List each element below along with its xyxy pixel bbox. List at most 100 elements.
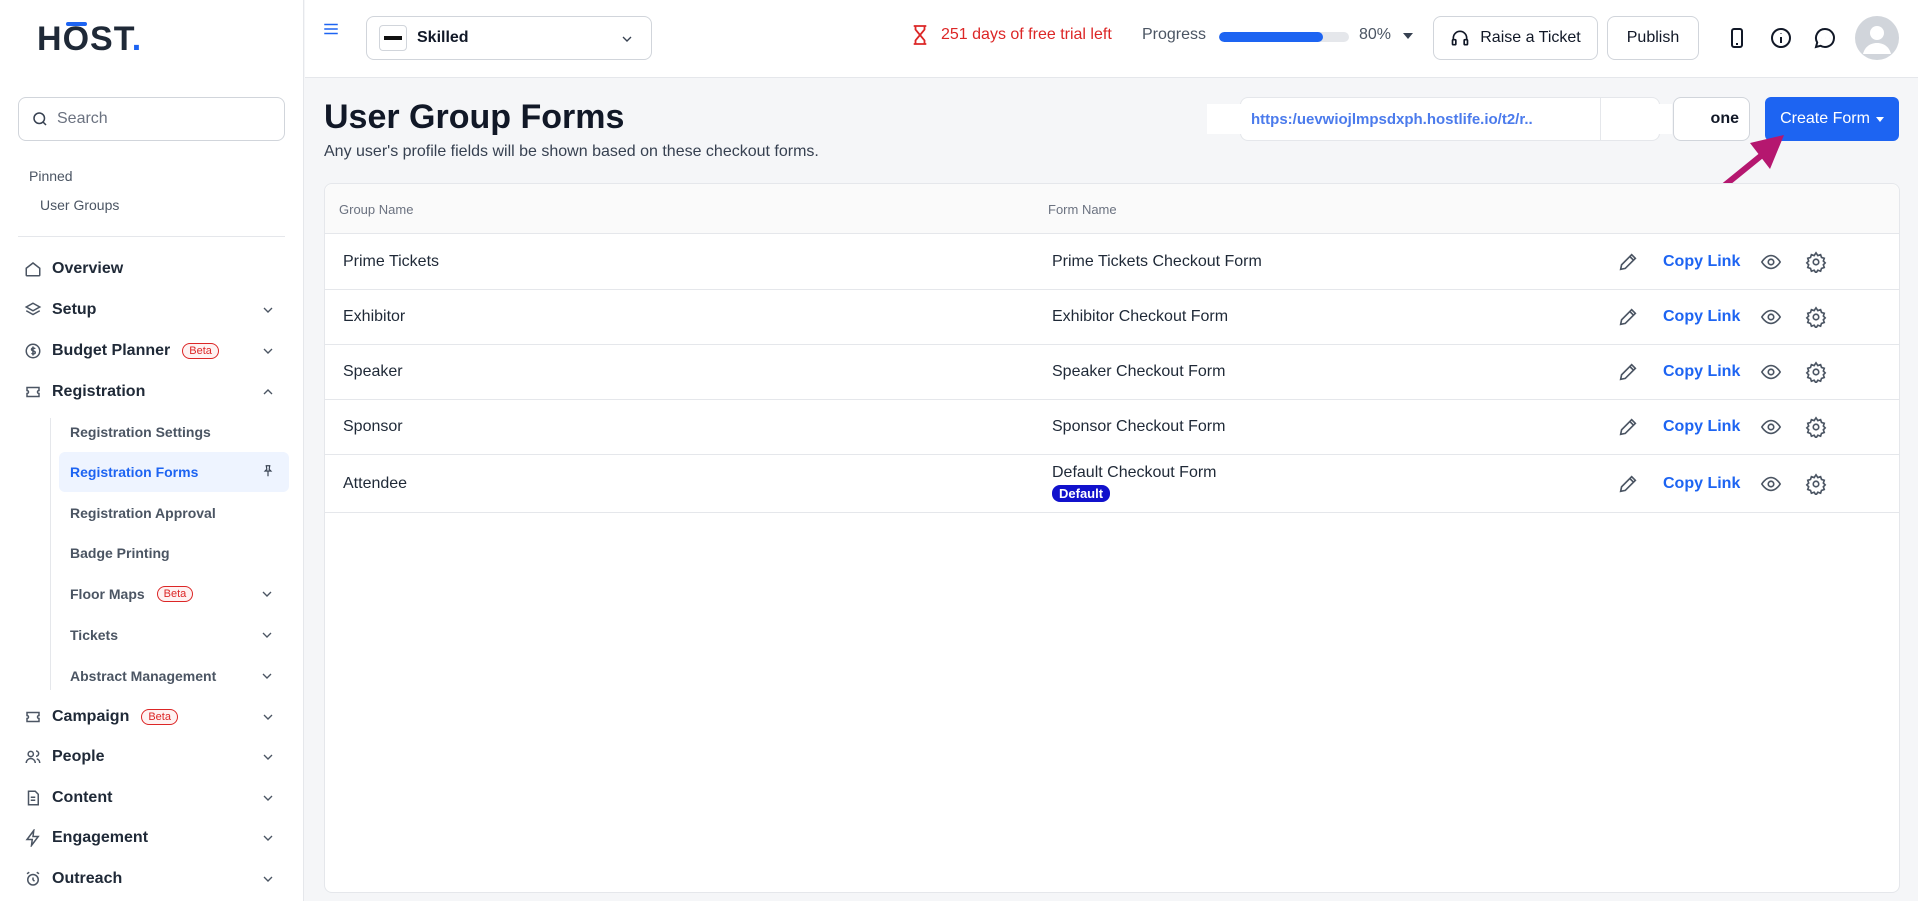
chevron-down-icon[interactable] [260,302,276,318]
host-logo[interactable]: HOST. [37,20,142,59]
eye-icon[interactable] [1760,473,1782,495]
edit-icon[interactable] [1617,473,1639,495]
gear-icon[interactable] [1805,361,1827,383]
eye-icon[interactable] [1760,416,1782,438]
publish-button[interactable]: Publish [1607,16,1699,60]
caret-down-icon[interactable] [1402,30,1414,42]
caret-down-icon [1875,116,1884,122]
sidebar-item-label: Engagement [52,829,149,846]
sidebar-subitem-registration-forms[interactable]: Registration Forms [59,452,289,492]
sidebar-item-people[interactable]: People [24,743,286,771]
pin-icon[interactable] [261,464,275,478]
sidebar-subitem-registration-settings[interactable]: Registration Settings [59,412,289,452]
overlay-mask [1602,104,1672,134]
group-name: Speaker [343,363,403,380]
sidebar-item-registration[interactable]: Registration [24,378,286,406]
sidebar-item-label: Campaign [52,708,130,725]
beta-badge: Beta [141,709,178,725]
group-name: Prime Tickets [343,253,440,270]
chat-icon[interactable] [1813,26,1837,50]
subitem-label: Registration Forms [70,464,199,480]
chevron-down-icon [622,36,632,42]
chevron-down-icon[interactable] [260,749,276,765]
ticket-icon [24,708,42,726]
copy-link-button[interactable]: Copy Link [1663,475,1740,493]
sidebar-subitem-badge-printing[interactable]: Badge Printing [59,533,289,573]
form-name: Speaker Checkout Form [1052,363,1226,380]
chevron-down-icon[interactable] [260,709,276,725]
file-icon [24,789,42,807]
hamburger-menu-icon[interactable] [322,20,340,38]
gear-icon[interactable] [1805,473,1827,495]
copy-link-button[interactable]: Copy Link [1663,253,1740,271]
gear-icon[interactable] [1805,306,1827,328]
sidebar-item-overview[interactable]: Overview [24,255,286,283]
chevron-down-icon[interactable] [259,586,275,602]
search-input[interactable] [57,110,257,128]
sidebar-subitem-tickets[interactable]: Tickets [59,615,289,655]
sidebar-item-label: Overview [52,260,124,277]
users-icon [24,748,42,766]
subitem-label: Registration Settings [70,424,211,440]
edit-icon[interactable] [1617,306,1639,328]
logo-letter: O [62,20,91,58]
logo-dot: . [131,20,143,58]
eye-icon[interactable] [1760,361,1782,383]
chevron-up-icon[interactable] [260,384,276,400]
sidebar-item-content[interactable]: Content [24,784,286,812]
group-name: Attendee [343,475,408,492]
info-icon[interactable] [1769,26,1793,50]
url-divider [1600,98,1601,140]
chevron-down-icon[interactable] [260,790,276,806]
layers-icon [24,301,42,319]
copy-link-button[interactable]: Copy Link [1663,308,1740,326]
mobile-icon[interactable] [1725,26,1749,50]
edit-icon[interactable] [1617,251,1639,273]
sidebar-item-label: Content [52,789,113,806]
chevron-down-icon[interactable] [259,627,275,643]
sidebar-item-outreach[interactable]: Outreach [24,865,286,893]
eye-icon[interactable] [1760,306,1782,328]
chevron-down-icon[interactable] [260,343,276,359]
sidebar-subitem-registration-approval[interactable]: Registration Approval [59,493,289,533]
edit-icon[interactable] [1617,416,1639,438]
sidebar-item-label: Budget Planner [52,342,171,359]
sidebar-item-label: People [52,748,105,765]
gear-icon[interactable] [1805,416,1827,438]
copy-link-button[interactable]: Copy Link [1663,363,1740,381]
sidebar-subitem-floor-maps[interactable]: Floor Maps Beta [59,574,289,614]
topbar: Skilled 251 days of free trial left Prog… [305,0,1918,78]
chevron-down-icon[interactable] [259,668,275,684]
form-name: Sponsor Checkout Form [1052,418,1226,435]
copy-link-button[interactable]: Copy Link [1663,418,1740,436]
raise-ticket-button[interactable]: Raise a Ticket [1433,16,1598,60]
chevron-down-icon[interactable] [260,871,276,887]
column-header-form-name: Form Name [1048,202,1117,217]
sidebar-search[interactable] [18,97,285,141]
subitem-label: Abstract Management [70,668,217,684]
edit-icon[interactable] [1617,361,1639,383]
chevron-down-icon[interactable] [260,830,276,846]
gear-icon[interactable] [1805,251,1827,273]
overlay-mask [1207,104,1247,134]
form-name-cell: Default Checkout Form Default [1052,464,1217,503]
table-row: Prime Tickets Prime Tickets Checkout For… [325,235,1899,290]
sidebar-item-campaign[interactable]: Campaign Beta [24,703,286,731]
sidebar-item-setup[interactable]: Setup [24,296,286,324]
form-url-field[interactable]: https:/uevwiojlmpsdxph.hostlife.io/t2/r.… [1240,97,1660,141]
subitem-label: Registration Approval [70,505,216,521]
trial-text: 251 days of free trial left [941,26,1112,43]
avatar[interactable] [1855,16,1899,60]
form-url[interactable]: https:/uevwiojlmpsdxph.hostlife.io/t2/r.… [1251,111,1533,128]
pinned-item-user-groups[interactable]: User Groups [40,197,119,213]
subitem-label: Floor Maps [70,586,145,602]
sidebar-subitem-abstract-management[interactable]: Abstract Management [59,656,289,696]
page-subtitle: Any user's profile fields will be shown … [324,143,819,160]
sidebar-item-budget-planner[interactable]: Budget Planner Beta [24,337,286,365]
progress-label: Progress [1142,26,1207,43]
event-selector[interactable]: Skilled [366,16,652,60]
eye-icon[interactable] [1760,251,1782,273]
beta-badge: Beta [182,343,219,359]
sidebar-item-engagement[interactable]: Engagement [24,824,286,852]
progress-value: 80% [1359,26,1392,43]
